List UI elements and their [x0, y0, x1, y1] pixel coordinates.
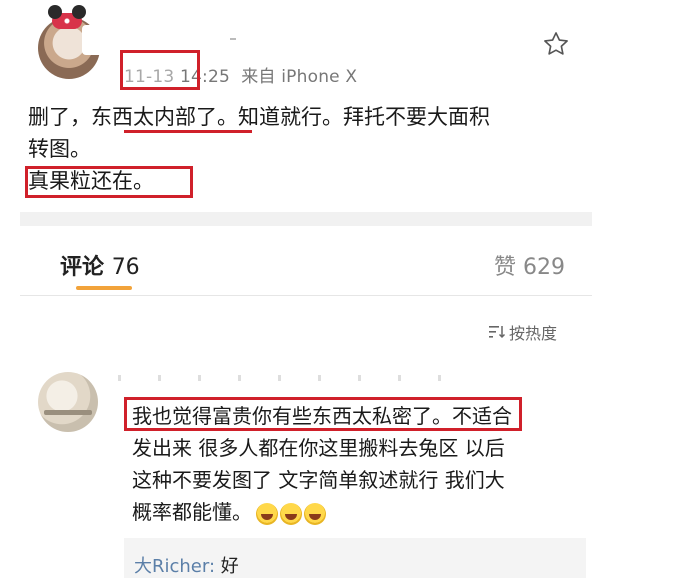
user-avatar[interactable]	[38, 5, 108, 79]
tab-likes-label: 赞	[494, 255, 517, 280]
avatar-text-smudge	[44, 410, 92, 415]
weibo-post-card: 11-13 14:25 来自 iPhone X 删了，东西太内部了。知道就行。拜…	[20, 0, 592, 578]
comment-line4: 概率都能懂。	[132, 500, 252, 524]
emoji-row	[256, 502, 326, 525]
annotation-box-date	[120, 50, 200, 90]
tab-comments[interactable]: 评论 76	[60, 249, 140, 281]
laugh-cry-emoji-icon	[256, 502, 278, 525]
post-source: 来自 iPhone X	[241, 67, 358, 87]
star-icon[interactable]	[542, 30, 570, 58]
tab-comments-label: 评论	[60, 255, 105, 280]
post-text-highlight: 东西太内部	[91, 105, 196, 129]
tab-likes-count: 629	[523, 255, 566, 280]
post-text-line2: 转图。	[28, 137, 91, 161]
tab-comments-count: 76	[111, 255, 140, 280]
section-divider	[20, 212, 592, 226]
reply-content: 好	[215, 556, 239, 577]
laugh-cry-emoji-icon	[304, 502, 326, 525]
commenter-avatar[interactable]	[38, 372, 98, 432]
reply-text: 大Richer: 好	[134, 552, 239, 578]
annotation-box-comment	[124, 397, 522, 431]
sort-label: 按热度	[509, 324, 558, 343]
minnie-bow-icon	[48, 5, 86, 29]
tab-active-indicator	[76, 286, 132, 290]
laugh-cry-emoji-icon	[280, 502, 302, 525]
post-text-pre: 删了，	[28, 105, 91, 129]
annotation-underline	[124, 130, 252, 133]
username-redacted	[230, 38, 236, 40]
tab-likes[interactable]: 赞 629	[494, 249, 565, 281]
post-text-post: 了。知道就行。拜托不要大面积	[196, 105, 490, 129]
reply-author[interactable]: 大Richer:	[134, 556, 215, 577]
comment-line3: 这种不要发图了 文字简单叙述就行 我们大	[132, 468, 505, 492]
comment-line2: 发出来 很多人都在你这里搬料去兔区 以后	[132, 436, 505, 460]
post-body: 删了，东西太内部了。知道就行。拜托不要大面积 转图。	[28, 101, 578, 165]
sort-icon	[489, 326, 506, 339]
sort-by-hot-button[interactable]: 按热度	[488, 320, 557, 344]
tabs-divider	[20, 295, 592, 296]
avatar-redaction	[82, 25, 108, 55]
commenter-name-redacted	[118, 375, 478, 381]
annotation-box-line3	[25, 166, 193, 198]
